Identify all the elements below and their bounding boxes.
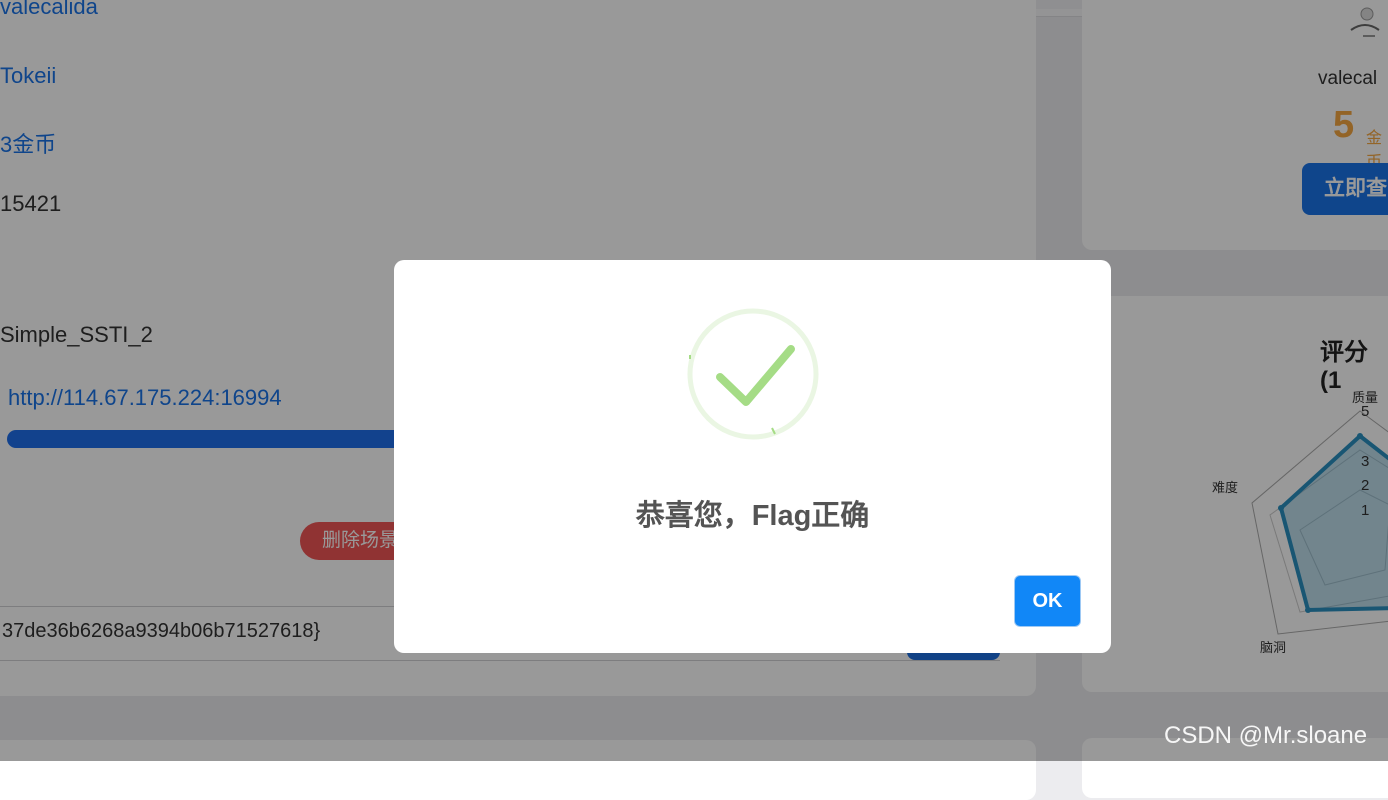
ok-button[interactable]: OK (1012, 573, 1083, 629)
ok-button-label: OK (1015, 576, 1080, 626)
success-check-icon (687, 308, 819, 440)
dialog-title: 恭喜您，Flag正确 (635, 500, 870, 532)
watermark: CSDN @Mr.sloane (1164, 722, 1368, 749)
